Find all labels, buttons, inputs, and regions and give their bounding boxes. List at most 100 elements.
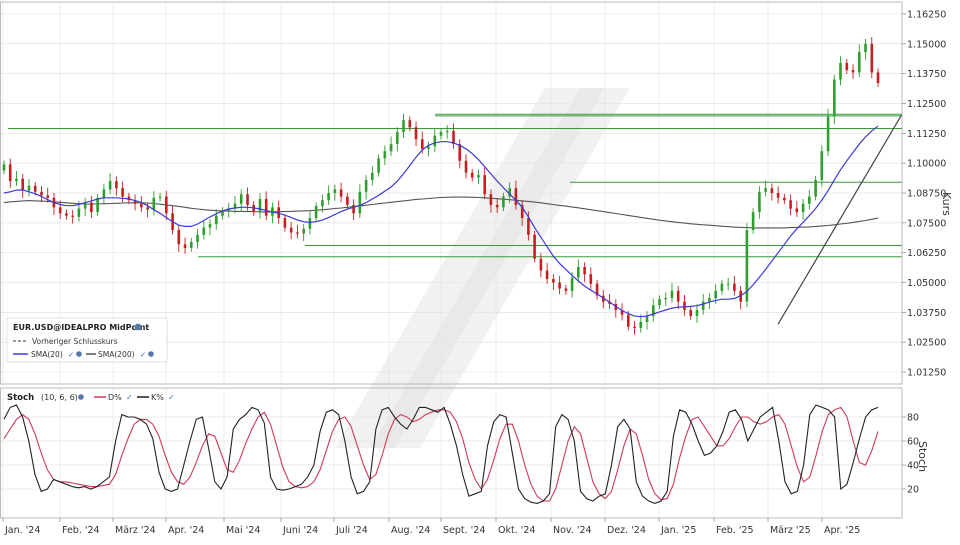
candle-body — [421, 139, 424, 149]
price-tick-label: 1.05000 — [907, 278, 946, 289]
candle-body — [714, 290, 717, 299]
candle-body — [558, 282, 561, 289]
candle-body — [858, 52, 861, 73]
stoch-params: (10, 6, 6) — [41, 393, 78, 402]
candle-body — [121, 188, 124, 197]
candle-body — [751, 212, 755, 230]
price-tick-label: 1.06250 — [907, 248, 946, 259]
candle-body — [377, 158, 380, 173]
price-tick-label: 1.01250 — [907, 368, 946, 379]
candle-body — [65, 213, 68, 216]
date-tick-label: Apr. '24 — [168, 525, 204, 536]
stoch-d-check-icon[interactable]: ✓ — [126, 393, 133, 402]
date-axis-ticks: Jan. '24 Feb. '24 März '24 Apr. '24 Mai '24 J… — [2, 518, 860, 536]
candle-body — [477, 175, 480, 178]
candle-body — [545, 270, 549, 279]
candle-body — [789, 200, 792, 209]
candle-body — [314, 206, 318, 218]
price-tick-label: 1.02500 — [907, 338, 946, 349]
candle-body — [40, 191, 43, 196]
candle-body — [102, 189, 106, 198]
candle-body — [495, 204, 499, 208]
stoch-legend: Stoch (10, 6, 6) D% ✓ K% ✓ — [7, 393, 175, 403]
date-tick-label: Sept. '24 — [443, 525, 485, 536]
candle-body — [783, 197, 786, 201]
chart-svg: 1.16250 1.15000 1.13750 1.12500 1.11250 1.100… — [0, 1, 953, 536]
candle-body — [633, 326, 636, 328]
candle-body — [396, 132, 399, 144]
candle-body — [870, 43, 874, 73]
candle-body — [146, 207, 149, 210]
candle-body — [527, 218, 530, 235]
candle-body — [695, 310, 699, 316]
candle-body — [826, 116, 830, 152]
candle-body — [333, 189, 337, 193]
candle-body — [21, 178, 24, 191]
candle-body — [533, 234, 536, 259]
candle-body — [258, 199, 262, 213]
date-tick-label: März '25 — [770, 525, 811, 536]
date-tick-label: Jan. '25 — [660, 525, 696, 536]
price-axis-ticks: 1.16250 1.15000 1.13750 1.12500 1.11250 1.100… — [902, 9, 946, 379]
candle-body — [539, 258, 543, 271]
stoch-title: Stoch — [7, 393, 34, 403]
candle-body — [339, 189, 343, 197]
candle-body — [46, 195, 49, 198]
price-tick-label: 1.11250 — [907, 129, 946, 140]
candle-body — [358, 191, 362, 214]
candle-body — [283, 218, 287, 228]
stoch-k-check-icon[interactable]: ✓ — [168, 393, 175, 402]
candle-body — [776, 193, 780, 198]
candle-body — [658, 299, 661, 306]
stoch-d-label: D% — [108, 393, 122, 402]
candle-body — [33, 185, 37, 192]
candle-body — [77, 208, 81, 217]
price-tick-label: 1.13750 — [907, 69, 946, 80]
candle-body — [289, 227, 293, 233]
date-tick-label: Feb. '25 — [716, 525, 754, 536]
candle-body — [814, 179, 817, 197]
candle-body — [90, 202, 93, 213]
trend-line-group — [777, 113, 903, 325]
trend-line — [777, 113, 903, 325]
candle-body — [820, 151, 824, 180]
date-tick-label: Juni '24 — [282, 525, 318, 536]
price-tick-label: 1.16250 — [907, 9, 946, 20]
candle-body — [215, 215, 218, 225]
date-tick-label: Aug. '24 — [391, 525, 430, 536]
candle-body — [115, 181, 118, 189]
legend-sma200-check-icon[interactable]: ✓ — [140, 350, 146, 359]
legend-sma20-check-icon[interactable]: ✓ — [68, 350, 74, 359]
candle-body — [439, 132, 443, 136]
candle-body — [15, 178, 18, 182]
date-tick-label: Dez. '24 — [607, 525, 646, 536]
candle-body — [720, 283, 724, 291]
legend-sma200-settings-icon[interactable] — [148, 351, 154, 357]
candle-body — [583, 267, 586, 275]
candle-body — [96, 197, 99, 213]
date-tick-label: Apr. '25 — [824, 525, 860, 536]
candle-body — [183, 244, 187, 248]
candle-body — [701, 301, 705, 310]
candle-body — [552, 278, 555, 283]
candle-body — [502, 196, 505, 208]
date-tick-label: Okt. '24 — [498, 525, 535, 536]
candle-body — [770, 188, 774, 193]
candle-body — [726, 283, 730, 285]
candle-body — [2, 164, 6, 171]
candle-body — [383, 151, 387, 159]
candle-body — [851, 70, 855, 73]
candle-body — [514, 188, 518, 205]
candle-body — [464, 160, 468, 173]
candle-body — [833, 79, 836, 117]
legend-sma20-settings-icon[interactable] — [76, 351, 82, 357]
settings-icon[interactable] — [134, 323, 142, 331]
candle-body — [327, 193, 330, 201]
candle-body — [683, 301, 686, 310]
candle-body — [177, 230, 181, 245]
price-axis-label: Kurs — [940, 192, 953, 216]
candle-body — [414, 127, 418, 140]
candle-body — [190, 241, 193, 248]
stoch-settings-icon[interactable] — [78, 394, 84, 400]
candle-body — [371, 172, 374, 180]
